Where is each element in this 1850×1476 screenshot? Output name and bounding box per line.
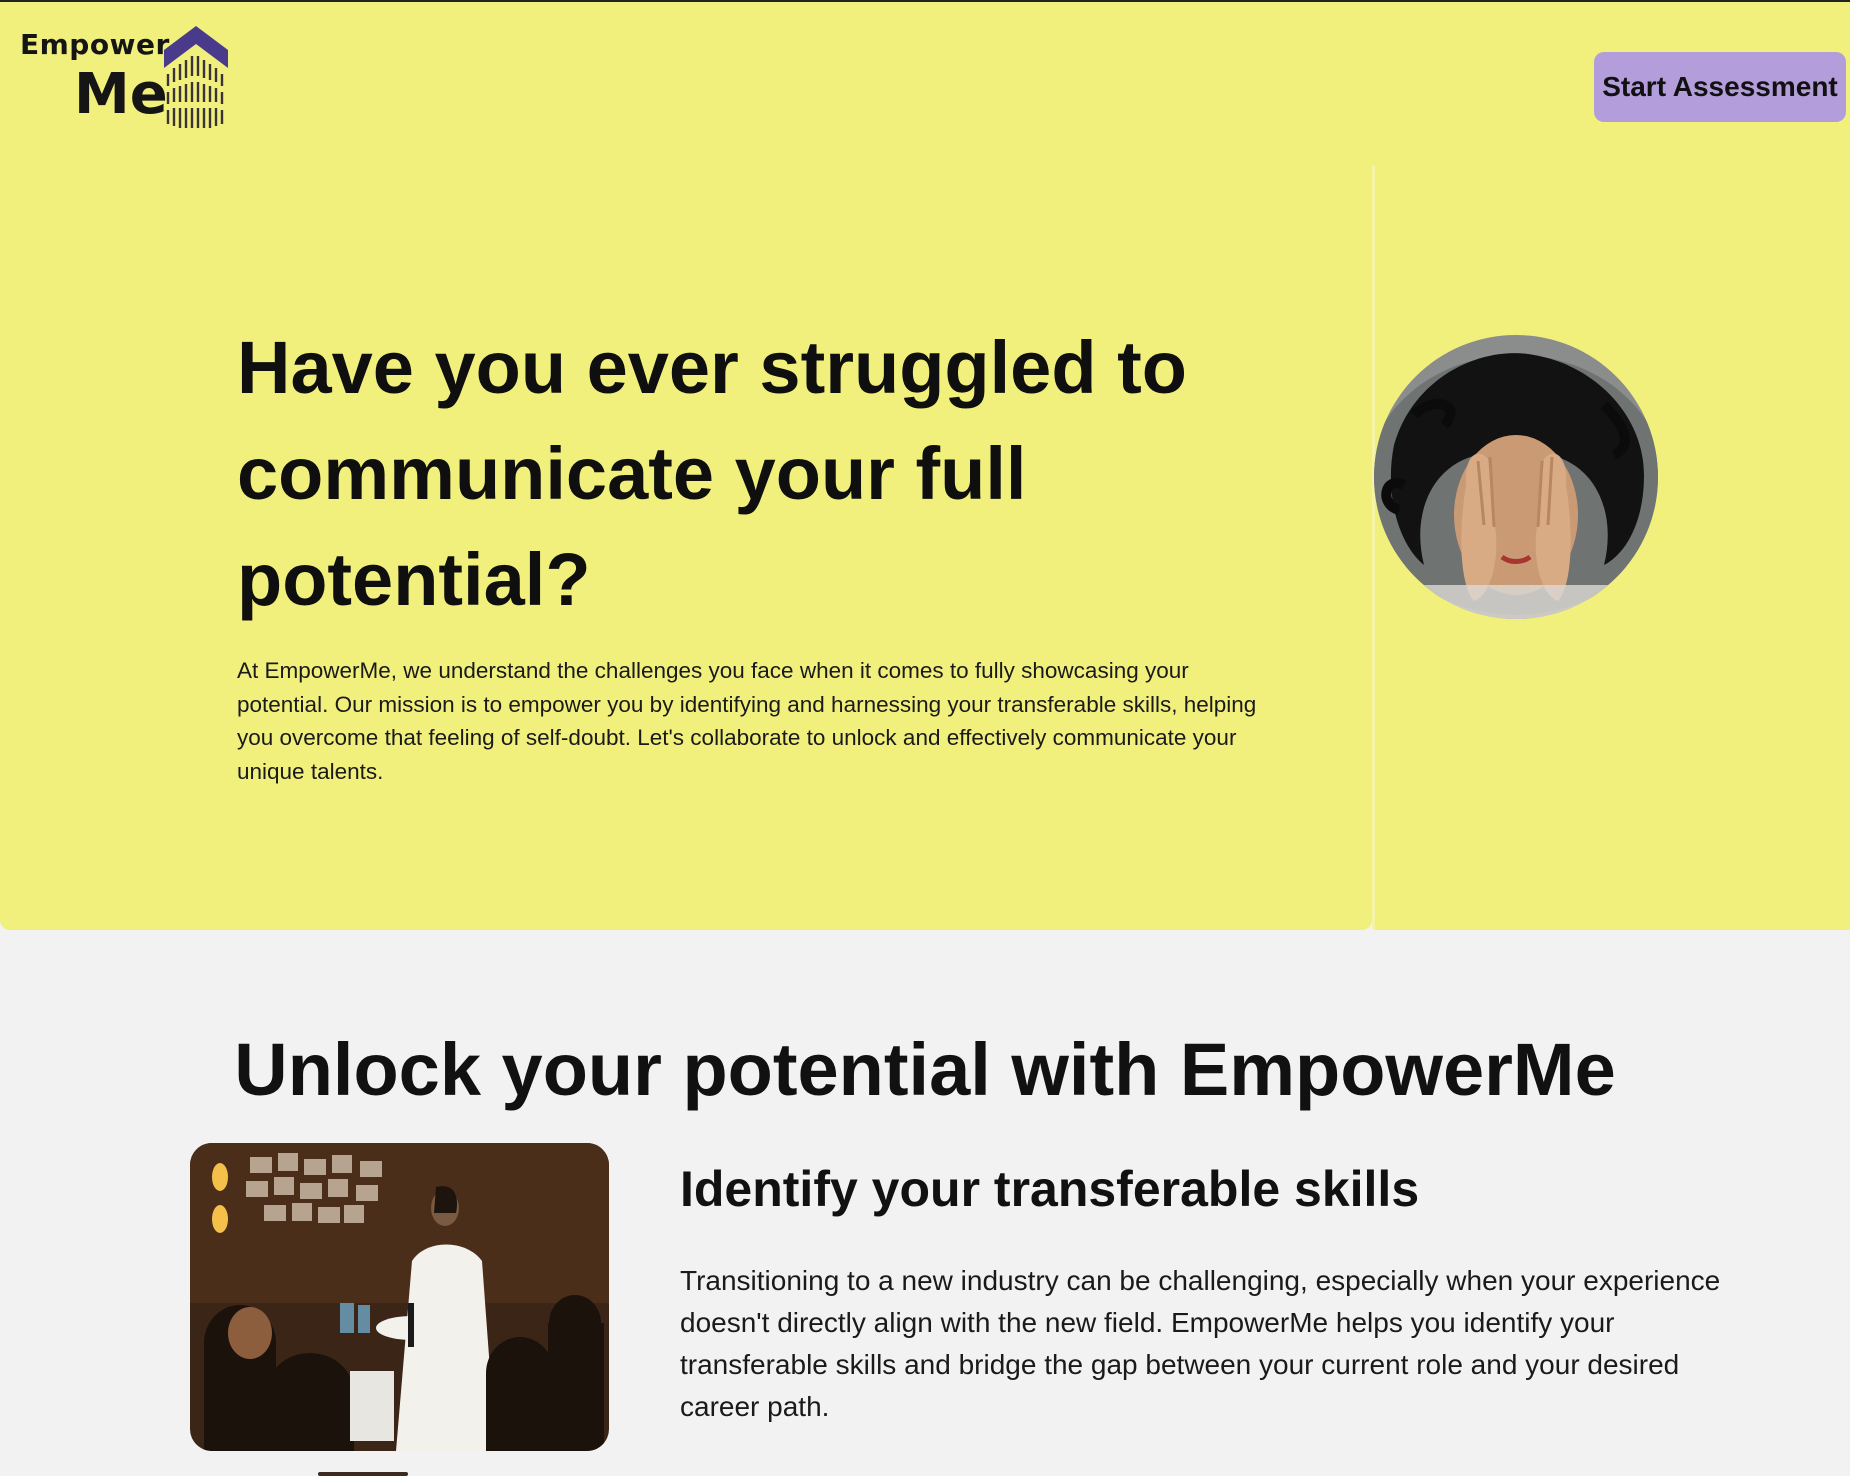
hero-photo-illustration: [1374, 335, 1658, 619]
next-feature-image-edge: [318, 1472, 408, 1476]
logo-text-me: Me: [74, 62, 168, 127]
woman-covering-face-photo: [1374, 335, 1658, 619]
start-assessment-button[interactable]: Start Assessment: [1594, 52, 1846, 122]
section-title: Unlock your potential with EmpowerMe: [234, 1028, 1616, 1111]
empowerme-logo[interactable]: Empower Me: [20, 24, 235, 134]
feature-title-transferable-skills: Identify your transferable skills: [680, 1161, 1420, 1217]
chevron-up-logo-icon: [164, 26, 228, 128]
hero-title: Have you ever struggled to communicate y…: [237, 326, 1187, 621]
logo-text-empower: Empower: [20, 28, 170, 61]
feature-photo-illustration: [190, 1143, 609, 1451]
feature-description: Transitioning to a new industry can be c…: [680, 1265, 1721, 1422]
hero-description: At EmpowerMe, we understand the challeng…: [237, 658, 1257, 784]
woman-speaking-to-group-photo: [190, 1143, 609, 1451]
site-header: Empower Me Start Assessment: [0, 2, 1850, 165]
